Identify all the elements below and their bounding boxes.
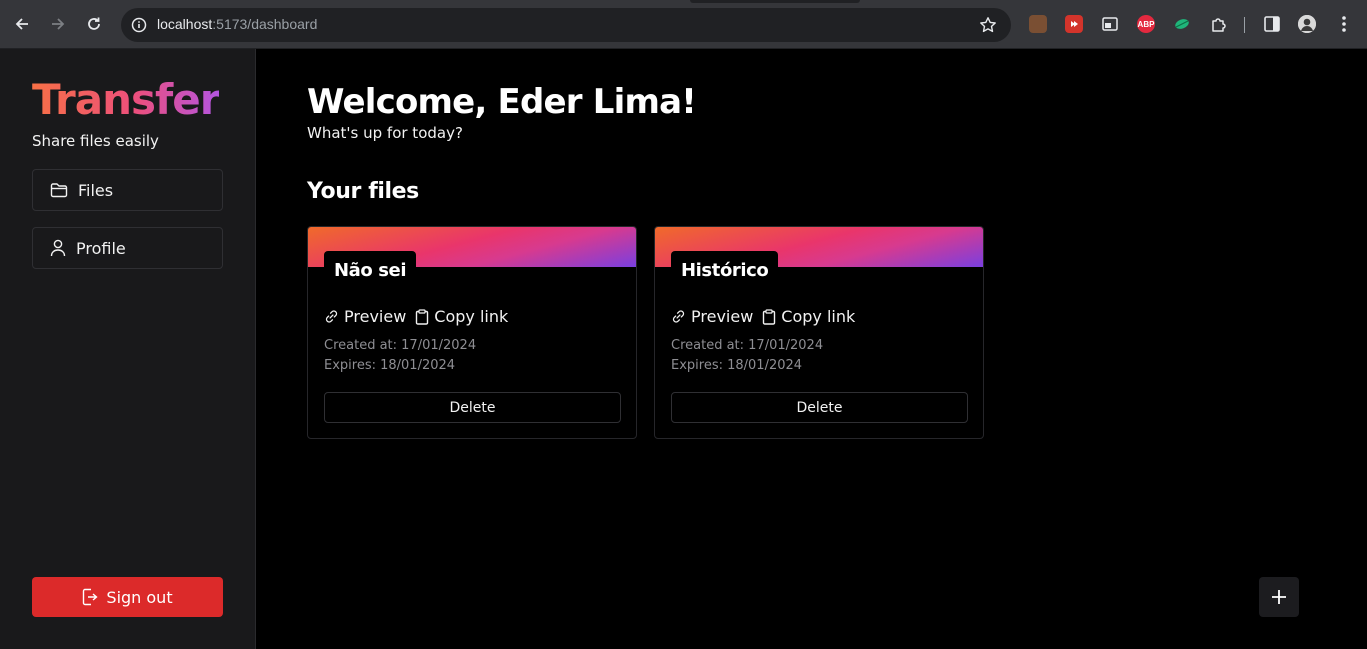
profile-avatar-icon[interactable] bbox=[1298, 15, 1316, 33]
toolbar-separator bbox=[1244, 17, 1245, 33]
adblock-label: ABP bbox=[1137, 19, 1155, 29]
sign-out-label: Sign out bbox=[106, 587, 173, 607]
clipboard-icon bbox=[763, 308, 776, 325]
section-title: Your files bbox=[307, 179, 419, 204]
file-name: Histórico bbox=[671, 251, 779, 289]
link-icon bbox=[672, 310, 685, 323]
delete-button[interactable]: Delete bbox=[324, 392, 621, 423]
file-expires-date: Expires: 18/01/2024 bbox=[671, 358, 803, 373]
file-card: Não sei Preview Copy link Created at: 17… bbox=[307, 226, 637, 439]
page-title: Welcome, Eder Lima! bbox=[307, 82, 697, 122]
copy-link-button[interactable]: Copy link bbox=[762, 307, 855, 326]
window-extension-icon[interactable] bbox=[1101, 15, 1119, 33]
sidebar-item-label: Files bbox=[78, 180, 114, 200]
delete-button[interactable]: Delete bbox=[671, 392, 968, 423]
browser-toolbar: localhost:5173/dashboard ABP bbox=[0, 0, 1367, 49]
brand-logo[interactable]: Transfer bbox=[32, 79, 220, 121]
site-info-icon[interactable] bbox=[129, 15, 149, 35]
reload-button[interactable] bbox=[82, 12, 106, 36]
sidebar-item-profile[interactable]: Profile bbox=[32, 227, 223, 269]
sidebar-item-files[interactable]: Files bbox=[32, 169, 223, 211]
preview-label: Preview bbox=[344, 307, 407, 326]
sign-out-button[interactable]: Sign out bbox=[32, 577, 223, 617]
sign-out-icon bbox=[83, 588, 98, 606]
page-subtitle: What's up for today? bbox=[307, 124, 463, 142]
sidebar-item-label: Profile bbox=[76, 238, 126, 258]
back-button[interactable] bbox=[10, 12, 34, 36]
copy-link-label: Copy link bbox=[781, 307, 856, 326]
user-icon bbox=[50, 239, 66, 257]
brand-tagline: Share files easily bbox=[32, 132, 159, 150]
adblock-extension-icon[interactable]: ABP bbox=[1137, 15, 1155, 33]
main-content: Welcome, Eder Lima! What's up for today?… bbox=[256, 49, 1367, 649]
extensions-puzzle-icon[interactable] bbox=[1210, 15, 1228, 33]
video-extension-icon[interactable] bbox=[1065, 15, 1083, 33]
clipboard-icon bbox=[416, 308, 429, 325]
sidebar: Transfer Share files easily Files Profil… bbox=[0, 49, 256, 649]
browser-menu-icon[interactable] bbox=[1335, 15, 1353, 33]
copy-link-button[interactable]: Copy link bbox=[415, 307, 508, 326]
arrow-left-icon bbox=[15, 18, 28, 30]
file-card: Histórico Preview Copy link Created at: … bbox=[654, 226, 984, 439]
file-created-date: Created at: 17/01/2024 bbox=[324, 338, 477, 353]
url-host: localhost bbox=[157, 16, 213, 32]
preview-label: Preview bbox=[691, 307, 754, 326]
plus-icon bbox=[1272, 590, 1286, 604]
tab-strip-edge bbox=[690, 0, 860, 3]
reload-icon bbox=[88, 17, 100, 30]
preview-link[interactable]: Preview bbox=[324, 307, 406, 326]
add-file-button[interactable] bbox=[1259, 577, 1299, 617]
copy-link-label: Copy link bbox=[434, 307, 509, 326]
arrow-right-icon bbox=[52, 18, 65, 30]
file-name: Não sei bbox=[324, 251, 417, 289]
file-expires-date: Expires: 18/01/2024 bbox=[324, 358, 456, 373]
bear-extension-icon[interactable] bbox=[1029, 15, 1047, 33]
forward-button[interactable] bbox=[46, 12, 70, 36]
file-actions: Preview Copy link bbox=[324, 307, 508, 326]
bookmark-star-icon[interactable] bbox=[979, 16, 997, 34]
file-created-date: Created at: 17/01/2024 bbox=[671, 338, 824, 353]
leaf-extension-icon[interactable] bbox=[1173, 15, 1191, 33]
url-text[interactable]: localhost:5173/dashboard bbox=[157, 16, 317, 32]
url-path: :5173/dashboard bbox=[212, 16, 318, 32]
side-panel-icon[interactable] bbox=[1263, 15, 1281, 33]
folder-icon bbox=[50, 183, 68, 198]
preview-link[interactable]: Preview bbox=[671, 307, 753, 326]
address-bar[interactable]: localhost:5173/dashboard bbox=[121, 8, 1011, 42]
link-icon bbox=[325, 310, 338, 323]
file-actions: Preview Copy link bbox=[671, 307, 855, 326]
